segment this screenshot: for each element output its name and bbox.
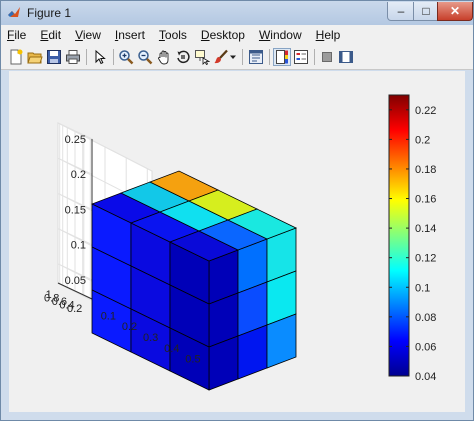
figure-toolbar xyxy=(1,45,473,70)
y-tick-label: 1 xyxy=(46,289,52,301)
plot-svg: 0.050.10.150.20.250.20.40.60.810.10.20.3… xyxy=(44,94,436,391)
close-icon: ✕ xyxy=(449,4,461,18)
menu-insert[interactable]: Insert xyxy=(109,28,151,42)
minimize-button[interactable]: – xyxy=(387,2,415,21)
z-tick-label: 0.2 xyxy=(71,169,86,181)
colorbar-tick-label: 0.14 xyxy=(415,223,436,235)
window-title: Figure 1 xyxy=(27,6,72,20)
colorbar-tick-label: 0.06 xyxy=(415,341,436,353)
menu-window[interactable]: Window xyxy=(253,28,308,42)
link-plot-icon[interactable] xyxy=(247,48,265,66)
toolbar-separator xyxy=(113,49,114,65)
menu-desktop-mnemonic: D xyxy=(200,28,210,42)
menu-tools-label: ools xyxy=(164,28,187,42)
rotate-3d-icon[interactable] xyxy=(174,48,192,66)
figure-canvas[interactable]: 0.05 0.1 0.15 0.2 0.25 0.2 0.4 0.6 0.8 1 0.1 0.2 0.3… xyxy=(9,71,465,412)
menu-edit[interactable]: Edit xyxy=(34,28,67,42)
colorbar: 0.04 0.06 0.08 0.1 0.12 0.14 0.16 0.18 0.2 0.22 xyxy=(388,94,436,383)
save-icon[interactable] xyxy=(45,48,63,66)
x-tick-label: 0.5 xyxy=(185,354,200,366)
colorbar-tick-label: 0.22 xyxy=(415,105,436,117)
show-plot-tools-icon[interactable] xyxy=(337,48,355,66)
colorbar-gradient xyxy=(388,94,410,377)
colorbar-tick-label: 0.18 xyxy=(415,164,436,176)
menu-file-label: ile xyxy=(14,28,27,42)
colorbar-tick-label: 0.1 xyxy=(415,282,430,294)
menu-help[interactable]: Help xyxy=(310,28,347,42)
pan-hand-icon[interactable] xyxy=(155,48,173,66)
toolbar-separator xyxy=(86,49,87,65)
zoom-out-icon[interactable] xyxy=(136,48,154,66)
close-button[interactable]: ✕ xyxy=(437,2,473,21)
menu-bar: File Edit View Insert Tools Desktop Wind… xyxy=(1,25,473,45)
menu-insert-label: nsert xyxy=(118,28,145,42)
menu-tools[interactable]: Tools xyxy=(153,28,193,42)
menu-view[interactable]: View xyxy=(69,28,107,42)
z-tick-label: 0.1 xyxy=(71,240,86,252)
z-tick-label: 0.15 xyxy=(65,204,86,216)
title-bar[interactable]: Figure 1 – □ ✕ xyxy=(1,1,473,25)
z-tick-label: 0.25 xyxy=(65,134,86,146)
toolbar-separator xyxy=(269,49,270,65)
matlab-logo-icon xyxy=(8,7,20,17)
zoom-in-icon[interactable] xyxy=(117,48,135,66)
colorbar-tick-label: 0.2 xyxy=(415,134,430,146)
menu-help-mnemonic: H xyxy=(315,28,325,42)
maximize-icon: □ xyxy=(422,4,430,18)
menu-desktop[interactable]: Desktop xyxy=(195,28,251,42)
x-tick-label: 0.2 xyxy=(122,321,137,333)
open-file-icon[interactable] xyxy=(26,48,44,66)
hide-plot-tools-icon[interactable] xyxy=(318,48,336,66)
data-cursor-icon[interactable] xyxy=(193,48,211,66)
z-tick-label: 0.05 xyxy=(65,275,86,287)
menu-help-label: elp xyxy=(324,28,341,42)
menu-window-label: indow xyxy=(270,28,302,42)
toolbar-separator xyxy=(314,49,315,65)
insert-colorbar-icon[interactable] xyxy=(273,48,291,66)
colorbar-tick-label: 0.16 xyxy=(415,194,436,206)
maximize-button[interactable]: □ xyxy=(413,2,439,21)
menu-view-mnemonic: V xyxy=(75,28,83,42)
new-figure-icon[interactable] xyxy=(7,48,25,66)
x-tick-label: 0.3 xyxy=(143,332,158,344)
print-icon[interactable] xyxy=(64,48,82,66)
menu-edit-label: dit xyxy=(48,28,62,42)
insert-legend-icon[interactable] xyxy=(292,48,310,66)
minimize-icon: – xyxy=(397,4,405,18)
toolbar-separator xyxy=(242,49,243,65)
x-tick-label: 0.4 xyxy=(164,343,179,355)
menu-window-mnemonic: W xyxy=(258,28,271,42)
figure-window: Figure 1 – □ ✕ File Edit View Insert Too… xyxy=(0,0,474,421)
brush-dropdown-icon[interactable] xyxy=(228,48,238,66)
edit-plot-arrow-icon[interactable] xyxy=(91,48,109,66)
colorbar-tick-label: 0.08 xyxy=(415,312,436,324)
colorbar-tick-label: 0.04 xyxy=(415,371,436,383)
colorbar-tick-label: 0.12 xyxy=(415,253,436,265)
x-tick-label: 0.1 xyxy=(101,310,116,322)
menu-view-label: iew xyxy=(82,28,101,42)
menu-file[interactable]: File xyxy=(1,28,32,42)
menu-desktop-label: esktop xyxy=(209,28,245,42)
